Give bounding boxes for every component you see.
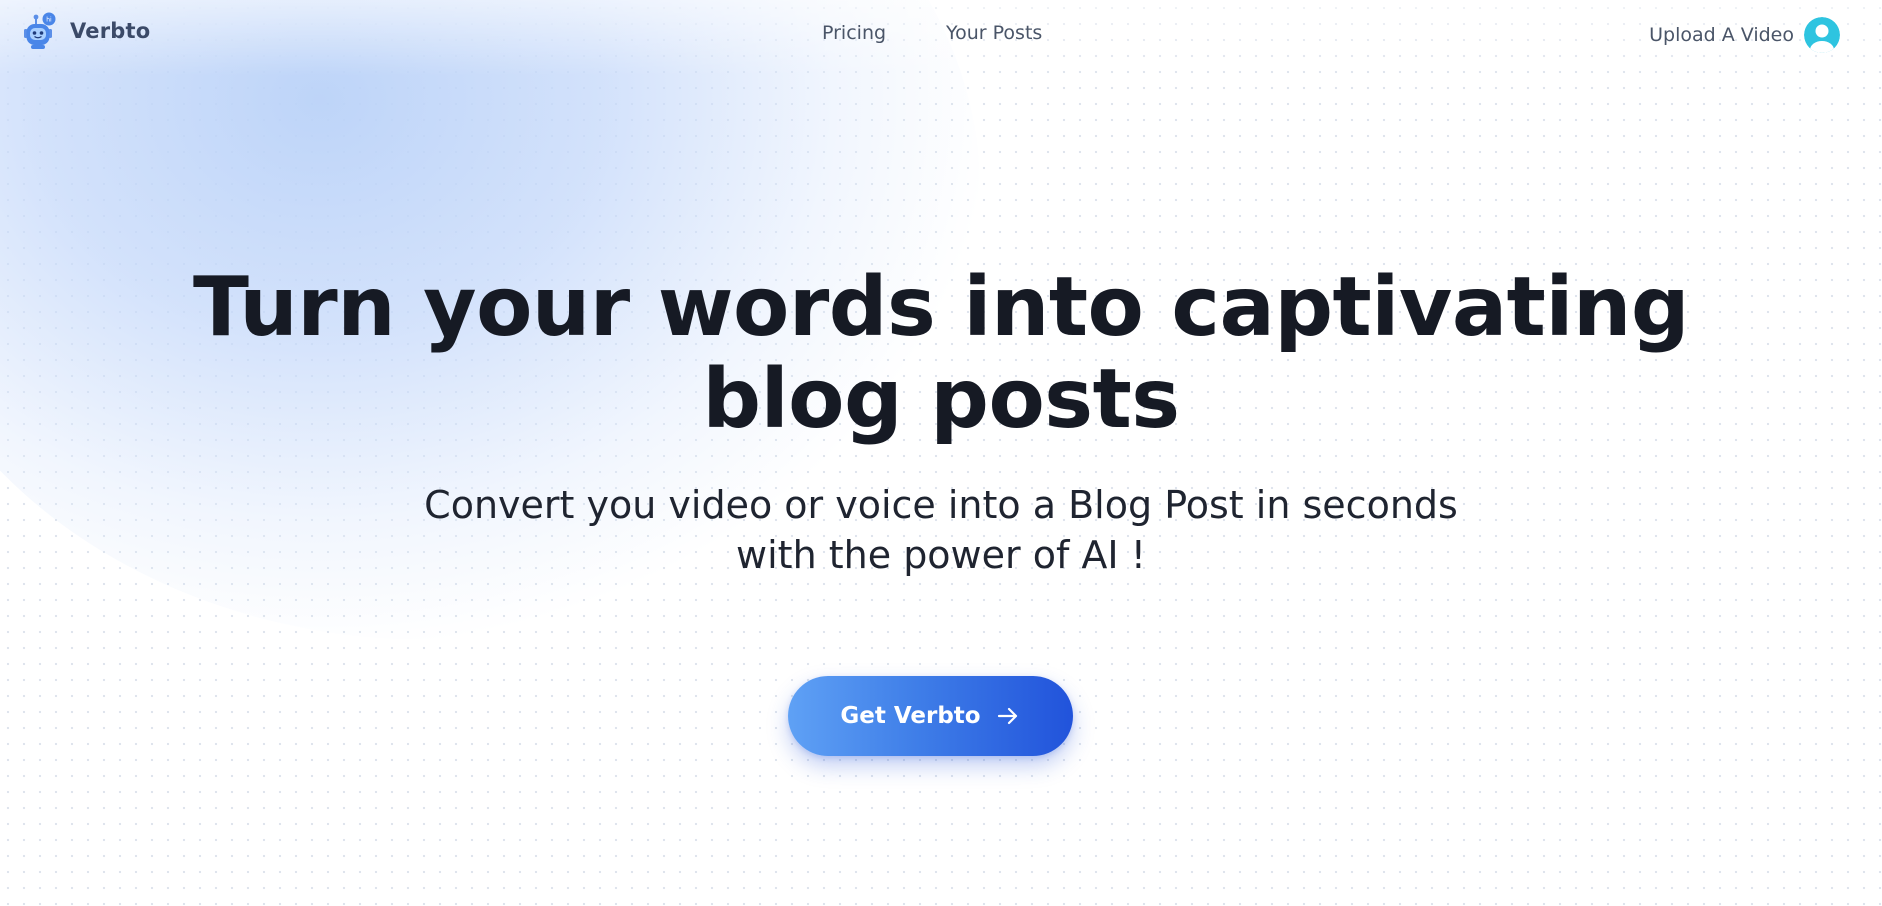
brand-name: Verbto [70,19,151,43]
subhead-line-1: Convert you video or voice into a Blog P… [424,483,1458,527]
arrow-right-icon [997,707,1017,725]
nav-link-pricing[interactable]: Pricing [822,22,886,44]
navbar: hi Verbto Pricing Your Posts Upload A Vi… [0,0,1882,72]
cta-wrapper: Get Verbto [788,676,1073,756]
headline-text-start: Turn your words into [192,260,1172,355]
svg-text:hi: hi [46,17,52,24]
hero-section: Turn your words into captivating blog po… [0,262,1882,580]
upload-video-link[interactable]: Upload A Video [1649,24,1794,46]
hero-headline: Turn your words into captivating blog po… [0,262,1882,446]
headline-line-1: Turn your words into captivating [0,262,1882,354]
robot-logo-icon: hi [24,12,56,49]
nav-links: Pricing Your Posts [822,22,1042,44]
subhead-line-2: with the power of AI ! [736,533,1146,577]
cta-label: Get Verbto [840,703,981,729]
nav-link-your-posts[interactable]: Your Posts [946,22,1042,44]
get-verbto-button[interactable]: Get Verbto [788,676,1073,756]
user-avatar-icon[interactable] [1804,17,1840,53]
hero-subheadline: Convert you video or voice into a Blog P… [0,480,1882,580]
headline-accent-word: captivating [1149,260,1690,355]
landing-page: hi Verbto Pricing Your Posts Upload A Vi… [0,0,1882,906]
headline-line-2: blog posts [702,352,1180,447]
nav-right: Upload A Video [1649,17,1840,53]
brand-link[interactable]: hi Verbto [22,12,150,50]
